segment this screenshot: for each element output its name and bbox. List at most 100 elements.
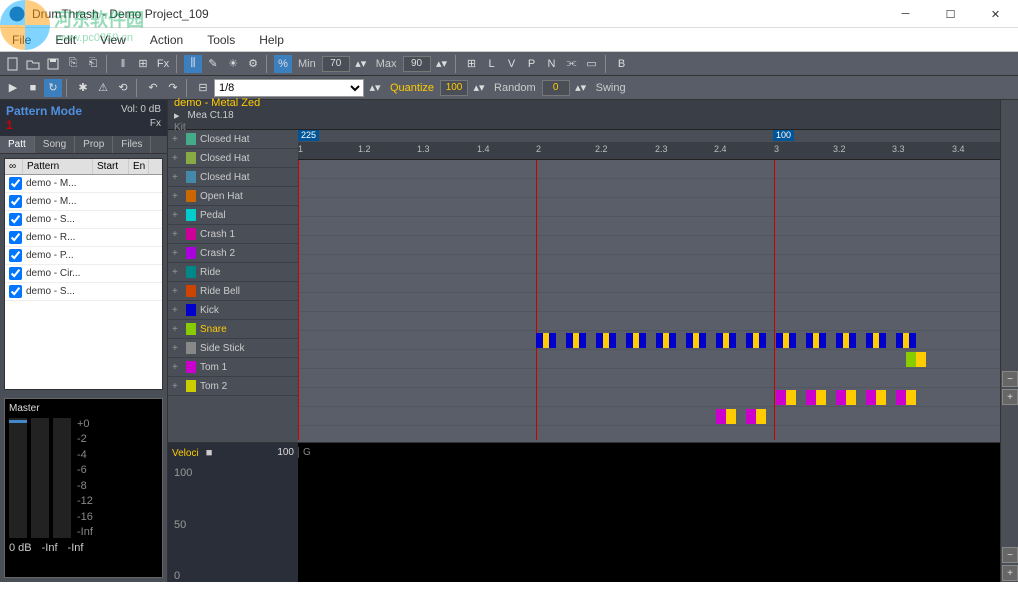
pattern-row[interactable]: demo - M... — [5, 193, 162, 211]
min-stepper[interactable]: ▴▾ — [352, 55, 370, 73]
loop-icon[interactable]: ↻ — [44, 79, 62, 97]
pattern-row[interactable]: demo - R... — [5, 229, 162, 247]
lh-pattern[interactable]: Pattern — [23, 159, 93, 174]
tool-a-icon[interactable]: ⊞ — [463, 55, 481, 73]
note[interactable] — [906, 352, 926, 367]
tempo-marker[interactable]: 100 — [773, 130, 794, 141]
track-row[interactable]: +Ride — [168, 263, 298, 282]
grid-row[interactable] — [298, 312, 1000, 331]
sun-icon[interactable]: ☀ — [224, 55, 242, 73]
note[interactable] — [806, 333, 826, 348]
quantize-stepper[interactable]: ▴▾ — [470, 79, 488, 97]
note[interactable] — [656, 333, 676, 348]
track-row[interactable]: +Crash 1 — [168, 225, 298, 244]
track-expand-icon[interactable]: + — [172, 381, 182, 392]
note[interactable] — [896, 333, 916, 348]
pattern-checkbox[interactable] — [9, 285, 22, 298]
tool-sel-icon[interactable]: ▭ — [583, 55, 601, 73]
maximize-button[interactable]: ☐ — [928, 0, 973, 28]
grid-snap-icon[interactable]: ⊟ — [194, 79, 212, 97]
open-icon[interactable] — [24, 55, 42, 73]
grid-icon[interactable]: ⊞ — [134, 55, 152, 73]
pattern-checkbox[interactable] — [9, 249, 22, 262]
pattern-list[interactable]: ∞ Pattern Start En demo - M...demo - M..… — [4, 158, 163, 390]
track-row[interactable]: +Kick — [168, 301, 298, 320]
grid-row[interactable] — [298, 274, 1000, 293]
track-expand-icon[interactable]: + — [172, 324, 182, 335]
pattern-checkbox[interactable] — [9, 195, 22, 208]
menu-tools[interactable]: Tools — [203, 31, 239, 49]
mixer-icon[interactable]: ⫼ — [184, 55, 202, 73]
grid-row[interactable] — [298, 293, 1000, 312]
fx-label[interactable]: Fx — [150, 118, 161, 129]
new-icon[interactable] — [4, 55, 22, 73]
undo-icon[interactable]: ↶ — [144, 79, 162, 97]
note[interactable] — [896, 390, 916, 405]
note[interactable] — [776, 333, 796, 348]
menu-action[interactable]: Action — [146, 31, 187, 49]
track-expand-icon[interactable]: + — [172, 153, 182, 164]
import-icon[interactable]: ⎘ — [64, 55, 82, 73]
track-row[interactable]: +Tom 2 — [168, 377, 298, 396]
note[interactable] — [686, 333, 706, 348]
minimize-button[interactable]: ─ — [883, 0, 928, 28]
grid-row[interactable] — [298, 198, 1000, 217]
pattern-row[interactable]: demo - M... — [5, 175, 162, 193]
redo-icon[interactable]: ↷ — [164, 79, 182, 97]
pattern-row[interactable]: demo - Cir... — [5, 265, 162, 283]
max-input[interactable] — [403, 56, 431, 72]
velocity-graph[interactable]: G — [298, 443, 1000, 582]
note[interactable] — [626, 333, 646, 348]
grid-row[interactable] — [298, 407, 1000, 426]
track-expand-icon[interactable]: + — [172, 343, 182, 354]
snap-icon[interactable]: ‖ — [114, 55, 132, 73]
track-row[interactable]: +Closed Hat — [168, 130, 298, 149]
scroll-plus-1[interactable]: + — [1002, 389, 1018, 405]
track-row[interactable]: +Snare — [168, 320, 298, 339]
note[interactable] — [806, 390, 826, 405]
export-icon[interactable]: ⎗ — [84, 55, 102, 73]
pattern-checkbox[interactable] — [9, 213, 22, 226]
kit-expand-icon[interactable]: ▸ — [174, 109, 180, 122]
track-expand-icon[interactable]: + — [172, 305, 182, 316]
grid-stepper[interactable]: ▴▾ — [366, 79, 384, 97]
track-expand-icon[interactable]: + — [172, 191, 182, 202]
scroll-plus-2[interactable]: + — [1002, 565, 1018, 581]
note[interactable] — [836, 333, 856, 348]
note[interactable] — [776, 390, 796, 405]
note[interactable] — [566, 333, 586, 348]
note[interactable] — [536, 333, 556, 348]
grid-body[interactable] — [298, 160, 1000, 440]
meter-fader-r[interactable] — [53, 418, 71, 538]
note[interactable] — [866, 390, 886, 405]
meter-fader-l[interactable] — [31, 418, 49, 538]
tab-prop[interactable]: Prop — [75, 136, 113, 153]
track-row[interactable]: +Side Stick — [168, 339, 298, 358]
track-expand-icon[interactable]: + — [172, 210, 182, 221]
gear-icon[interactable]: ⚙ — [244, 55, 262, 73]
tool-l-icon[interactable]: L — [483, 55, 501, 73]
track-expand-icon[interactable]: + — [172, 172, 182, 183]
tab-song[interactable]: Song — [35, 136, 75, 153]
tool-link-icon[interactable]: ⫘ — [563, 55, 581, 73]
menu-help[interactable]: Help — [255, 31, 288, 49]
lh-start[interactable]: Start — [93, 159, 129, 174]
lh-end[interactable]: En — [129, 159, 149, 174]
track-row[interactable]: +Closed Hat — [168, 149, 298, 168]
track-row[interactable]: +Pedal — [168, 206, 298, 225]
pattern-row[interactable]: demo - S... — [5, 283, 162, 301]
track-expand-icon[interactable]: + — [172, 286, 182, 297]
random-input[interactable] — [542, 80, 570, 96]
edit-icon[interactable]: ✎ — [204, 55, 222, 73]
min-input[interactable] — [322, 56, 350, 72]
stop-icon[interactable]: ■ — [24, 79, 42, 97]
track-row[interactable]: +Crash 2 — [168, 244, 298, 263]
tool-b-icon[interactable]: B — [613, 55, 631, 73]
grid-row[interactable] — [298, 255, 1000, 274]
grid-row[interactable] — [298, 369, 1000, 388]
pattern-checkbox[interactable] — [9, 267, 22, 280]
fx-icon[interactable]: Fx — [154, 55, 172, 73]
record-icon[interactable]: ✱ — [74, 79, 92, 97]
grid-row[interactable] — [298, 160, 1000, 179]
note[interactable] — [716, 409, 736, 424]
